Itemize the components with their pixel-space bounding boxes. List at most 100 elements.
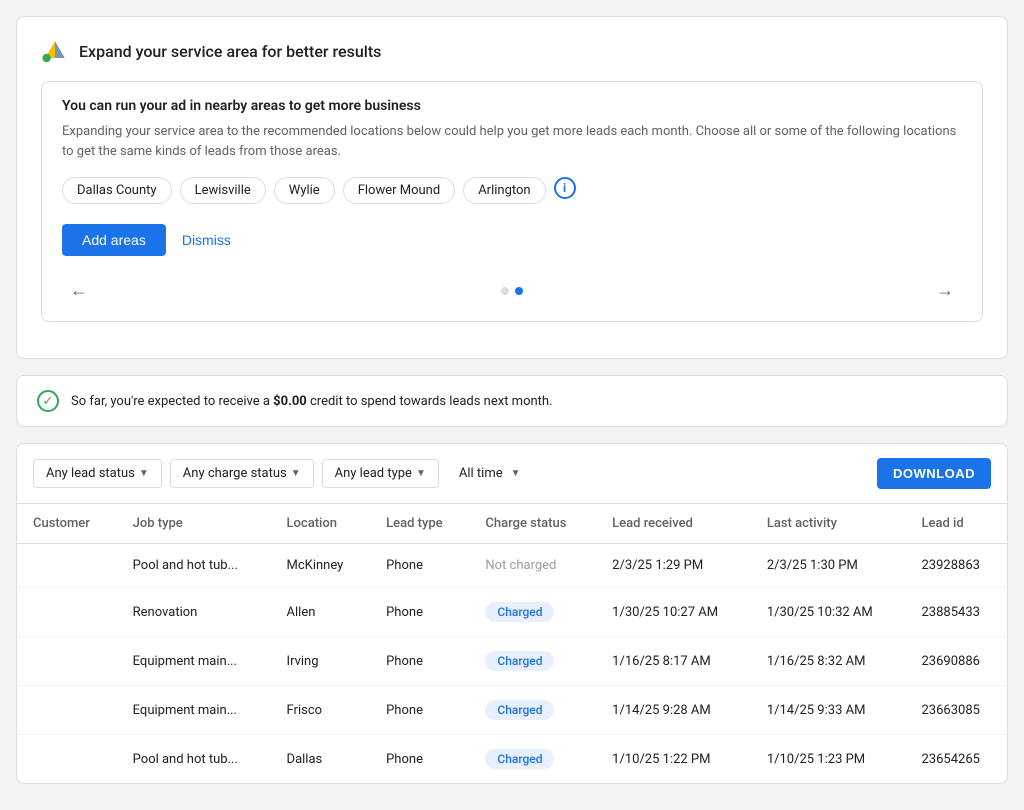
lead-type-arrow-icon: ▼ (416, 468, 426, 479)
col-header-location: Location (271, 504, 371, 544)
lead-received-cell: 1/30/25 10:27 AM (596, 588, 751, 637)
prev-arrow-button[interactable]: ← (62, 276, 96, 305)
charged-badge: Charged (485, 602, 554, 622)
download-button[interactable]: DOWNLOAD (877, 458, 991, 489)
lead-id-cell: 23663085 (906, 686, 1008, 735)
location-cell: Irving (271, 637, 371, 686)
col-header-job-type: Job type (117, 504, 271, 544)
customer-cell (17, 686, 117, 735)
customer-cell (17, 588, 117, 637)
next-arrow-button[interactable]: → (928, 276, 962, 305)
charge-status-cell: Not charged (469, 544, 596, 588)
location-chip-3[interactable]: Flower Mound (343, 177, 456, 204)
charge-status-filter[interactable]: Any charge status ▼ (170, 459, 314, 488)
lead-type-cell: Phone (370, 735, 469, 784)
expand-card-header: Expand your service area for better resu… (41, 37, 983, 65)
location-chips-container: Dallas County Lewisville Wylie Flower Mound… (62, 177, 962, 204)
lead-received-cell: 1/10/25 1:22 PM (596, 735, 751, 784)
lead-type-filter[interactable]: Any lead type ▼ (322, 459, 439, 488)
info-box: You can run your ad in nearby areas to g… (41, 81, 983, 322)
credit-amount: $0.00 (273, 394, 307, 409)
filter-row: Any lead status ▼ Any charge status ▼ An… (17, 444, 1007, 504)
location-chip-1[interactable]: Lewisville (180, 177, 266, 204)
col-header-charge-status: Charge status (469, 504, 596, 544)
last-activity-cell: 1/10/25 1:23 PM (751, 735, 906, 784)
table-row[interactable]: Pool and hot tub...McKinneyPhoneNot char… (17, 544, 1007, 588)
location-chip-4[interactable]: Arlington (463, 177, 545, 204)
charge-status-cell: Charged (469, 735, 596, 784)
charged-badge: Charged (485, 700, 554, 720)
time-arrow-icon: ▼ (511, 468, 521, 479)
time-filter[interactable]: All time ▼ (447, 460, 533, 487)
customer-cell (17, 735, 117, 784)
charged-badge: Charged (485, 749, 554, 769)
job-type-cell: Renovation (117, 588, 271, 637)
charge-status-arrow-icon: ▼ (291, 468, 301, 479)
credit-text-suffix: credit to spend towards leads next month… (307, 394, 553, 409)
customer-cell (17, 637, 117, 686)
charge-status-cell: Charged (469, 686, 596, 735)
lead-received-cell: 2/3/25 1:29 PM (596, 544, 751, 588)
dot-2 (515, 287, 523, 295)
info-box-title: You can run your ad in nearby areas to g… (62, 98, 962, 114)
last-activity-cell: 2/3/25 1:30 PM (751, 544, 906, 588)
job-type-cell: Equipment main... (117, 686, 271, 735)
location-cell: Allen (271, 588, 371, 637)
last-activity-cell: 1/14/25 9:33 AM (751, 686, 906, 735)
leads-table: CustomerJob typeLocationLead typeCharge … (17, 504, 1007, 783)
col-header-customer: Customer (17, 504, 117, 544)
lead-id-cell: 23654265 (906, 735, 1008, 784)
info-box-description: Expanding your service area to the recom… (62, 122, 962, 161)
lead-id-cell: 23928863 (906, 544, 1008, 588)
pagination-row: ← → (62, 276, 962, 305)
location-chip-0[interactable]: Dallas County (62, 177, 172, 204)
col-header-last-activity: Last activity (751, 504, 906, 544)
lead-received-cell: 1/14/25 9:28 AM (596, 686, 751, 735)
col-header-lead-id: Lead id (906, 504, 1008, 544)
job-type-cell: Pool and hot tub... (117, 735, 271, 784)
charge-status-cell: Charged (469, 637, 596, 686)
leads-table-card: Any lead status ▼ Any charge status ▼ An… (16, 443, 1008, 784)
table-row[interactable]: Pool and hot tub...DallasPhone Charged 1/1… (17, 735, 1007, 784)
lead-type-cell: Phone (370, 686, 469, 735)
lead-status-filter[interactable]: Any lead status ▼ (33, 459, 162, 488)
dismiss-button[interactable]: Dismiss (182, 232, 231, 248)
lead-type-cell: Phone (370, 544, 469, 588)
credit-text-prefix: So far, you're expected to receive a (71, 394, 273, 409)
lead-status-arrow-icon: ▼ (139, 468, 149, 479)
last-activity-cell: 1/16/25 8:32 AM (751, 637, 906, 686)
expand-service-area-card: Expand your service area for better resu… (16, 16, 1008, 359)
location-cell: Dallas (271, 735, 371, 784)
col-header-lead-type: Lead type (370, 504, 469, 544)
lead-id-cell: 23690886 (906, 637, 1008, 686)
charge-status-cell: Charged (469, 588, 596, 637)
table-row[interactable]: Equipment main...IrvingPhone Charged 1/16/… (17, 637, 1007, 686)
lead-type-cell: Phone (370, 588, 469, 637)
credit-notice: ✓ So far, you're expected to receive a $… (16, 375, 1008, 427)
info-icon[interactable]: i (554, 177, 576, 199)
action-buttons: Add areas Dismiss (62, 224, 962, 256)
location-cell: Frisco (271, 686, 371, 735)
col-header-lead-received: Lead received (596, 504, 751, 544)
lead-type-cell: Phone (370, 637, 469, 686)
location-chip-2[interactable]: Wylie (274, 177, 335, 204)
dot-1 (501, 287, 509, 295)
table-row[interactable]: Equipment main...FriscoPhone Charged 1/14/… (17, 686, 1007, 735)
table-header: CustomerJob typeLocationLead typeCharge … (17, 504, 1007, 544)
google-ads-icon (41, 37, 69, 65)
job-type-cell: Pool and hot tub... (117, 544, 271, 588)
table-row[interactable]: RenovationAllenPhone Charged 1/30/25 10:27… (17, 588, 1007, 637)
add-areas-button[interactable]: Add areas (62, 224, 166, 256)
lead-received-cell: 1/16/25 8:17 AM (596, 637, 751, 686)
last-activity-cell: 1/30/25 10:32 AM (751, 588, 906, 637)
expand-card-title: Expand your service area for better resu… (79, 42, 381, 61)
job-type-cell: Equipment main... (117, 637, 271, 686)
check-icon: ✓ (37, 390, 59, 412)
location-cell: McKinney (271, 544, 371, 588)
table-body: Pool and hot tub...McKinneyPhoneNot char… (17, 544, 1007, 784)
pagination-dots (501, 287, 523, 295)
charged-badge: Charged (485, 651, 554, 671)
lead-id-cell: 23885433 (906, 588, 1008, 637)
credit-notice-text: So far, you're expected to receive a $0.… (71, 394, 553, 409)
customer-cell (17, 544, 117, 588)
